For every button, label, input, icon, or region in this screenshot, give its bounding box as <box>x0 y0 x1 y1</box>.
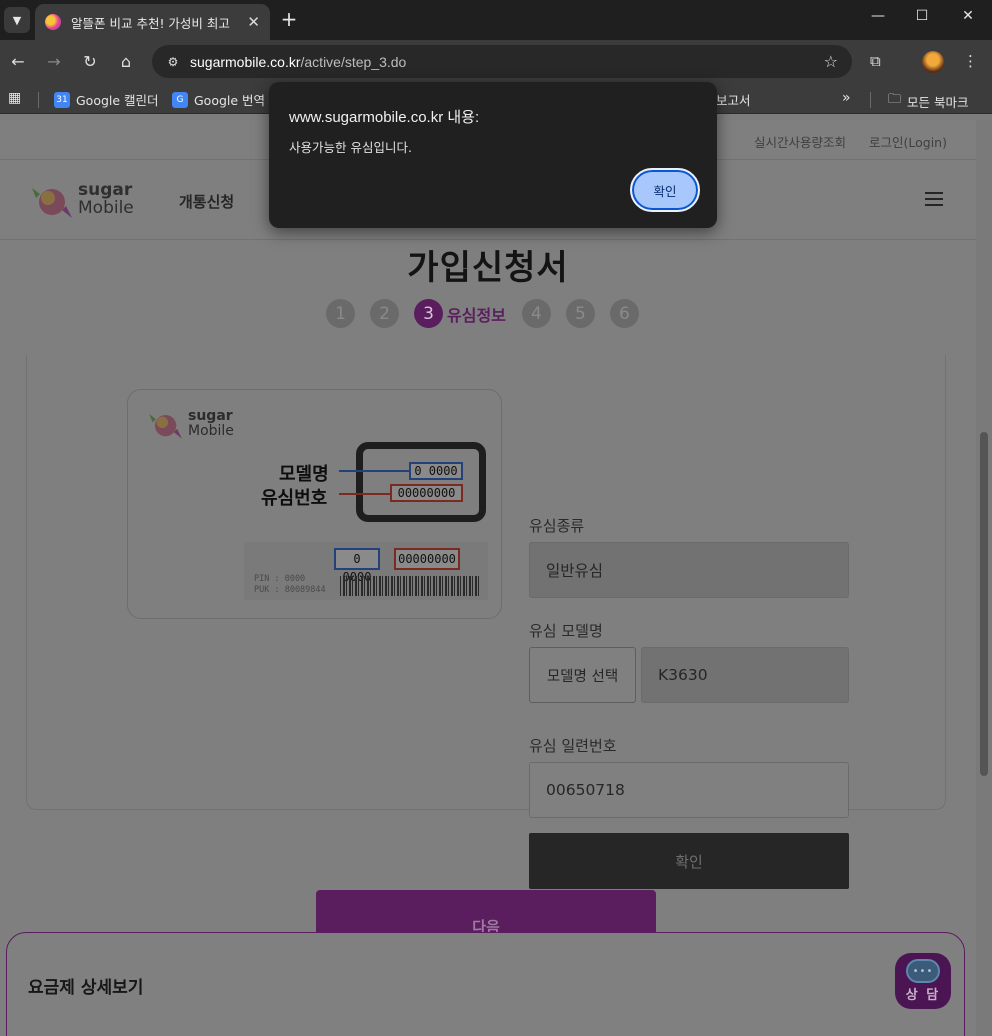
sim-type-label: 유심종류 <box>529 517 585 535</box>
bookmark-star-icon[interactable]: ☆ <box>824 52 838 71</box>
chat-label: 상 담 <box>905 988 941 1003</box>
new-tab-button[interactable]: + <box>278 7 300 31</box>
bookmark-report[interactable]: .보고서 <box>712 90 750 109</box>
browser-toolbar: ← → ↻ ⌂ ⚙ sugarmobile.co.kr/active/step_… <box>0 40 992 84</box>
sim-guide-illustration: sugar Mobile 모델명 유심번호 0 0000 00000000 0 … <box>127 389 502 619</box>
sim-number-label: 유심번호 <box>261 488 328 509</box>
page-scrollbar[interactable] <box>976 120 992 1036</box>
calendar-icon: 31 <box>54 91 70 108</box>
barcode-model-box: 0 0000 <box>334 548 380 584</box>
sim-barcode-sticker: 0 0000 00000000 PIN : 0000 PUK : 8008984… <box>244 542 488 600</box>
step-5: 5 <box>565 299 595 328</box>
model-name-label: 모델명 <box>279 464 329 485</box>
scrollbar-thumb[interactable] <box>980 432 988 776</box>
serial-box: 00000000 <box>390 484 463 502</box>
step-4: 4 <box>521 299 551 328</box>
step-2: 2 <box>370 299 399 328</box>
sim-confirm-button[interactable]: 확인 <box>529 833 849 889</box>
serial-leader-line <box>339 493 391 495</box>
barcode-serial-box: 00000000 <box>394 548 460 570</box>
sim-serial-label: 유심 일련번호 <box>529 737 617 755</box>
tab-title: 알뜰폰 비교 추천! 가성비 최고 <box>71 15 230 31</box>
active-step-label: 유심정보 <box>447 305 506 325</box>
plan-detail-title[interactable]: 요금제 상세보기 <box>28 973 143 998</box>
dialog-message: 사용가능한 유심입니다. <box>289 140 412 155</box>
logo-wordmark: sugar Mobile <box>78 180 134 218</box>
sim-model-field: K3630 <box>641 647 849 703</box>
bookmarks-overflow-button[interactable]: » <box>842 90 851 106</box>
tab-search-button[interactable]: ▼ <box>4 7 30 33</box>
plan-detail-panel: 요금제 상세보기 ••• 상 담 <box>6 932 965 1036</box>
more-menu-icon[interactable]: ⋮ <box>963 52 978 70</box>
chat-bubble-icon: ••• <box>906 959 940 983</box>
realtime-usage-link[interactable]: 실시간사용량조회 <box>754 132 846 151</box>
site-favicon-icon <box>45 14 61 30</box>
close-window-icon[interactable]: ✕ <box>956 8 980 24</box>
bookmark-calendar[interactable]: 31 Google 캘린더 <box>54 90 159 109</box>
site-logo[interactable]: sugar Mobile <box>28 178 134 222</box>
apps-grid-icon[interactable]: ▦ <box>8 90 21 106</box>
model-box: 0 0000 <box>409 462 463 480</box>
sim-info-form: sugar Mobile 모델명 유심번호 0 0000 00000000 0 … <box>26 355 946 889</box>
site-info-icon[interactable]: ⚙ <box>164 53 182 71</box>
page-title: 가입신청서 <box>407 248 569 288</box>
forward-arrow-icon[interactable]: → <box>44 52 64 71</box>
dialog-title: www.sugarmobile.co.kr 내용: <box>289 109 480 126</box>
bookmark-separator <box>870 92 871 108</box>
bookmark-all-folder[interactable]: 🗀 모든 북마크 <box>888 90 969 112</box>
sim-logo: sugar Mobile <box>146 406 234 442</box>
alert-dialog: www.sugarmobile.co.kr 내용: 사용가능한 유심입니다. 확… <box>269 82 717 228</box>
candy-logo-icon <box>32 188 72 218</box>
dialog-ok-button[interactable]: 확인 <box>630 168 700 212</box>
nav-activation[interactable]: 개통신청 <box>179 191 234 212</box>
minimize-window-icon[interactable]: — <box>866 8 890 24</box>
bookmark-separator <box>38 92 39 108</box>
browser-tab-active[interactable]: 알뜰폰 비교 추천! 가성비 최고 ✕ <box>35 4 270 40</box>
page-viewport: 실시간사용량조회 로그인(Login) sugar Mobile 개통신청 가입… <box>0 120 976 1036</box>
tab-close-icon[interactable]: ✕ <box>247 13 260 31</box>
home-icon[interactable]: ⌂ <box>116 52 136 71</box>
model-select-button[interactable]: 모델명 선택 <box>529 647 636 703</box>
candy-logo-icon <box>149 414 182 439</box>
hamburger-menu-icon[interactable] <box>925 192 943 206</box>
extensions-icon[interactable]: ⧉ <box>870 52 881 70</box>
step-1: 1 <box>326 299 355 328</box>
browser-tabbar: ▼ 알뜰폰 비교 추천! 가성비 최고 ✕ + — ☐ ✕ <box>0 0 992 40</box>
back-arrow-icon[interactable]: ← <box>8 52 28 71</box>
folder-icon: 🗀 <box>888 92 902 107</box>
sim-type-field: 일반유심 <box>529 542 849 598</box>
step-3-active: 3 <box>414 299 443 328</box>
chevron-down-icon: ▼ <box>12 13 22 27</box>
url-text: sugarmobile.co.kr/active/step_3.do <box>190 53 407 70</box>
step-6: 6 <box>609 299 639 328</box>
maximize-window-icon[interactable]: ☐ <box>910 8 934 24</box>
sim-serial-input[interactable]: 00650718 <box>529 762 849 818</box>
sim-chip-outline <box>356 442 486 522</box>
pin-puk-text: PIN : 0000 PUK : 80089844 <box>254 574 326 595</box>
login-link[interactable]: 로그인(Login) <box>869 132 947 151</box>
reload-icon[interactable]: ↻ <box>80 52 100 71</box>
consult-chat-button[interactable]: ••• 상 담 <box>895 953 951 1009</box>
bookmark-translate[interactable]: G Google 번역 <box>172 90 265 109</box>
profile-avatar[interactable] <box>922 51 944 73</box>
step-indicator: 1 2 3 유심정보 4 5 6 <box>326 299 654 328</box>
sim-model-label: 유심 모델명 <box>529 622 603 640</box>
barcode-graphic <box>340 576 480 596</box>
translate-icon: G <box>172 91 188 108</box>
address-bar[interactable]: ⚙ sugarmobile.co.kr/active/step_3.do ☆ <box>152 45 852 78</box>
model-leader-line <box>339 470 409 472</box>
